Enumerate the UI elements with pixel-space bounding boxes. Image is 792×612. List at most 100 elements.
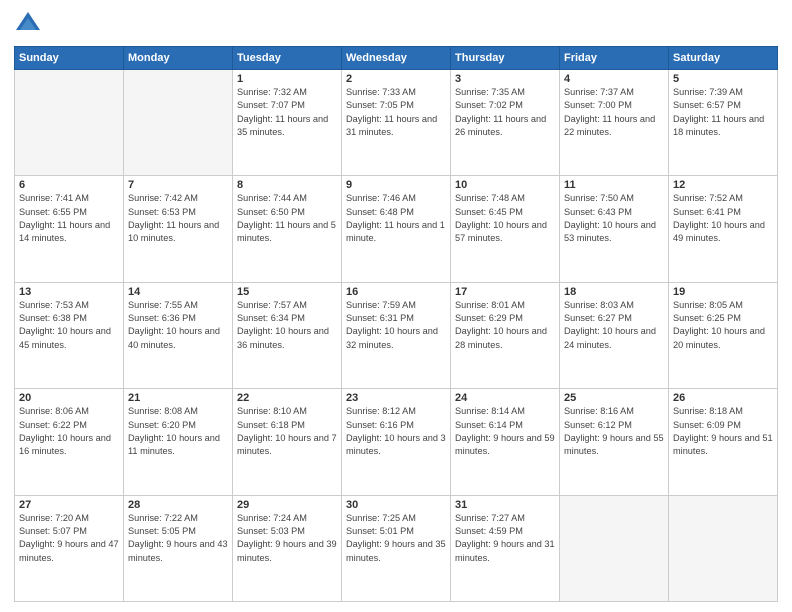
week-row-4: 20Sunrise: 8:06 AMSunset: 6:22 PMDayligh… (15, 389, 778, 495)
calendar-cell (124, 70, 233, 176)
calendar-cell: 6Sunrise: 7:41 AMSunset: 6:55 PMDaylight… (15, 176, 124, 282)
day-number: 4 (564, 73, 664, 85)
day-info: Sunrise: 8:10 AMSunset: 6:18 PMDaylight:… (237, 405, 337, 458)
calendar-cell: 4Sunrise: 7:37 AMSunset: 7:00 PMDaylight… (560, 70, 669, 176)
day-number: 9 (346, 179, 446, 191)
day-info: Sunrise: 7:33 AMSunset: 7:05 PMDaylight:… (346, 86, 446, 139)
calendar-cell: 17Sunrise: 8:01 AMSunset: 6:29 PMDayligh… (451, 282, 560, 388)
week-row-2: 6Sunrise: 7:41 AMSunset: 6:55 PMDaylight… (15, 176, 778, 282)
calendar-cell: 18Sunrise: 8:03 AMSunset: 6:27 PMDayligh… (560, 282, 669, 388)
calendar-cell: 19Sunrise: 8:05 AMSunset: 6:25 PMDayligh… (669, 282, 778, 388)
calendar-cell: 7Sunrise: 7:42 AMSunset: 6:53 PMDaylight… (124, 176, 233, 282)
day-info: Sunrise: 8:05 AMSunset: 6:25 PMDaylight:… (673, 299, 773, 352)
day-number: 30 (346, 499, 446, 511)
calendar-header-row: Sunday Monday Tuesday Wednesday Thursday… (15, 47, 778, 70)
calendar-cell: 30Sunrise: 7:25 AMSunset: 5:01 PMDayligh… (342, 495, 451, 601)
day-info: Sunrise: 8:18 AMSunset: 6:09 PMDaylight:… (673, 405, 773, 458)
calendar-cell (15, 70, 124, 176)
day-number: 29 (237, 499, 337, 511)
day-number: 24 (455, 392, 555, 404)
day-number: 7 (128, 179, 228, 191)
week-row-1: 1Sunrise: 7:32 AMSunset: 7:07 PMDaylight… (15, 70, 778, 176)
logo-icon (14, 10, 42, 38)
calendar-cell: 22Sunrise: 8:10 AMSunset: 6:18 PMDayligh… (233, 389, 342, 495)
col-saturday: Saturday (669, 47, 778, 70)
day-number: 22 (237, 392, 337, 404)
day-info: Sunrise: 8:06 AMSunset: 6:22 PMDaylight:… (19, 405, 119, 458)
day-info: Sunrise: 7:48 AMSunset: 6:45 PMDaylight:… (455, 192, 555, 245)
day-info: Sunrise: 7:46 AMSunset: 6:48 PMDaylight:… (346, 192, 446, 245)
col-sunday: Sunday (15, 47, 124, 70)
calendar-cell: 9Sunrise: 7:46 AMSunset: 6:48 PMDaylight… (342, 176, 451, 282)
day-number: 14 (128, 286, 228, 298)
day-info: Sunrise: 8:01 AMSunset: 6:29 PMDaylight:… (455, 299, 555, 352)
logo (14, 10, 44, 38)
day-info: Sunrise: 7:39 AMSunset: 6:57 PMDaylight:… (673, 86, 773, 139)
day-info: Sunrise: 8:12 AMSunset: 6:16 PMDaylight:… (346, 405, 446, 458)
day-number: 3 (455, 73, 555, 85)
calendar-cell: 13Sunrise: 7:53 AMSunset: 6:38 PMDayligh… (15, 282, 124, 388)
calendar-cell: 1Sunrise: 7:32 AMSunset: 7:07 PMDaylight… (233, 70, 342, 176)
day-info: Sunrise: 7:55 AMSunset: 6:36 PMDaylight:… (128, 299, 228, 352)
day-info: Sunrise: 7:50 AMSunset: 6:43 PMDaylight:… (564, 192, 664, 245)
calendar-cell (669, 495, 778, 601)
day-number: 17 (455, 286, 555, 298)
calendar-cell: 25Sunrise: 8:16 AMSunset: 6:12 PMDayligh… (560, 389, 669, 495)
page: Sunday Monday Tuesday Wednesday Thursday… (0, 0, 792, 612)
calendar-cell: 20Sunrise: 8:06 AMSunset: 6:22 PMDayligh… (15, 389, 124, 495)
col-wednesday: Wednesday (342, 47, 451, 70)
day-number: 13 (19, 286, 119, 298)
header (14, 10, 778, 38)
calendar-cell: 21Sunrise: 8:08 AMSunset: 6:20 PMDayligh… (124, 389, 233, 495)
day-number: 27 (19, 499, 119, 511)
day-number: 5 (673, 73, 773, 85)
calendar-cell (560, 495, 669, 601)
day-info: Sunrise: 7:35 AMSunset: 7:02 PMDaylight:… (455, 86, 555, 139)
day-number: 16 (346, 286, 446, 298)
day-info: Sunrise: 8:16 AMSunset: 6:12 PMDaylight:… (564, 405, 664, 458)
day-info: Sunrise: 7:24 AMSunset: 5:03 PMDaylight:… (237, 512, 337, 565)
calendar-cell: 8Sunrise: 7:44 AMSunset: 6:50 PMDaylight… (233, 176, 342, 282)
day-info: Sunrise: 7:42 AMSunset: 6:53 PMDaylight:… (128, 192, 228, 245)
calendar-cell: 15Sunrise: 7:57 AMSunset: 6:34 PMDayligh… (233, 282, 342, 388)
calendar-cell: 5Sunrise: 7:39 AMSunset: 6:57 PMDaylight… (669, 70, 778, 176)
day-info: Sunrise: 7:32 AMSunset: 7:07 PMDaylight:… (237, 86, 337, 139)
day-number: 25 (564, 392, 664, 404)
col-thursday: Thursday (451, 47, 560, 70)
col-friday: Friday (560, 47, 669, 70)
calendar-cell: 14Sunrise: 7:55 AMSunset: 6:36 PMDayligh… (124, 282, 233, 388)
day-number: 20 (19, 392, 119, 404)
day-number: 28 (128, 499, 228, 511)
day-number: 1 (237, 73, 337, 85)
week-row-3: 13Sunrise: 7:53 AMSunset: 6:38 PMDayligh… (15, 282, 778, 388)
calendar-cell: 3Sunrise: 7:35 AMSunset: 7:02 PMDaylight… (451, 70, 560, 176)
day-info: Sunrise: 7:44 AMSunset: 6:50 PMDaylight:… (237, 192, 337, 245)
day-number: 31 (455, 499, 555, 511)
calendar-cell: 24Sunrise: 8:14 AMSunset: 6:14 PMDayligh… (451, 389, 560, 495)
day-info: Sunrise: 7:59 AMSunset: 6:31 PMDaylight:… (346, 299, 446, 352)
week-row-5: 27Sunrise: 7:20 AMSunset: 5:07 PMDayligh… (15, 495, 778, 601)
day-info: Sunrise: 7:25 AMSunset: 5:01 PMDaylight:… (346, 512, 446, 565)
calendar-cell: 26Sunrise: 8:18 AMSunset: 6:09 PMDayligh… (669, 389, 778, 495)
day-info: Sunrise: 8:14 AMSunset: 6:14 PMDaylight:… (455, 405, 555, 458)
day-number: 18 (564, 286, 664, 298)
calendar-cell: 10Sunrise: 7:48 AMSunset: 6:45 PMDayligh… (451, 176, 560, 282)
day-info: Sunrise: 7:53 AMSunset: 6:38 PMDaylight:… (19, 299, 119, 352)
day-number: 23 (346, 392, 446, 404)
col-monday: Monday (124, 47, 233, 70)
day-info: Sunrise: 7:41 AMSunset: 6:55 PMDaylight:… (19, 192, 119, 245)
calendar-cell: 23Sunrise: 8:12 AMSunset: 6:16 PMDayligh… (342, 389, 451, 495)
calendar-cell: 27Sunrise: 7:20 AMSunset: 5:07 PMDayligh… (15, 495, 124, 601)
calendar-cell: 11Sunrise: 7:50 AMSunset: 6:43 PMDayligh… (560, 176, 669, 282)
day-number: 19 (673, 286, 773, 298)
day-number: 2 (346, 73, 446, 85)
calendar-cell: 2Sunrise: 7:33 AMSunset: 7:05 PMDaylight… (342, 70, 451, 176)
calendar-cell: 29Sunrise: 7:24 AMSunset: 5:03 PMDayligh… (233, 495, 342, 601)
day-number: 26 (673, 392, 773, 404)
day-info: Sunrise: 7:37 AMSunset: 7:00 PMDaylight:… (564, 86, 664, 139)
day-info: Sunrise: 7:52 AMSunset: 6:41 PMDaylight:… (673, 192, 773, 245)
calendar-cell: 16Sunrise: 7:59 AMSunset: 6:31 PMDayligh… (342, 282, 451, 388)
day-number: 11 (564, 179, 664, 191)
day-info: Sunrise: 7:22 AMSunset: 5:05 PMDaylight:… (128, 512, 228, 565)
day-number: 15 (237, 286, 337, 298)
